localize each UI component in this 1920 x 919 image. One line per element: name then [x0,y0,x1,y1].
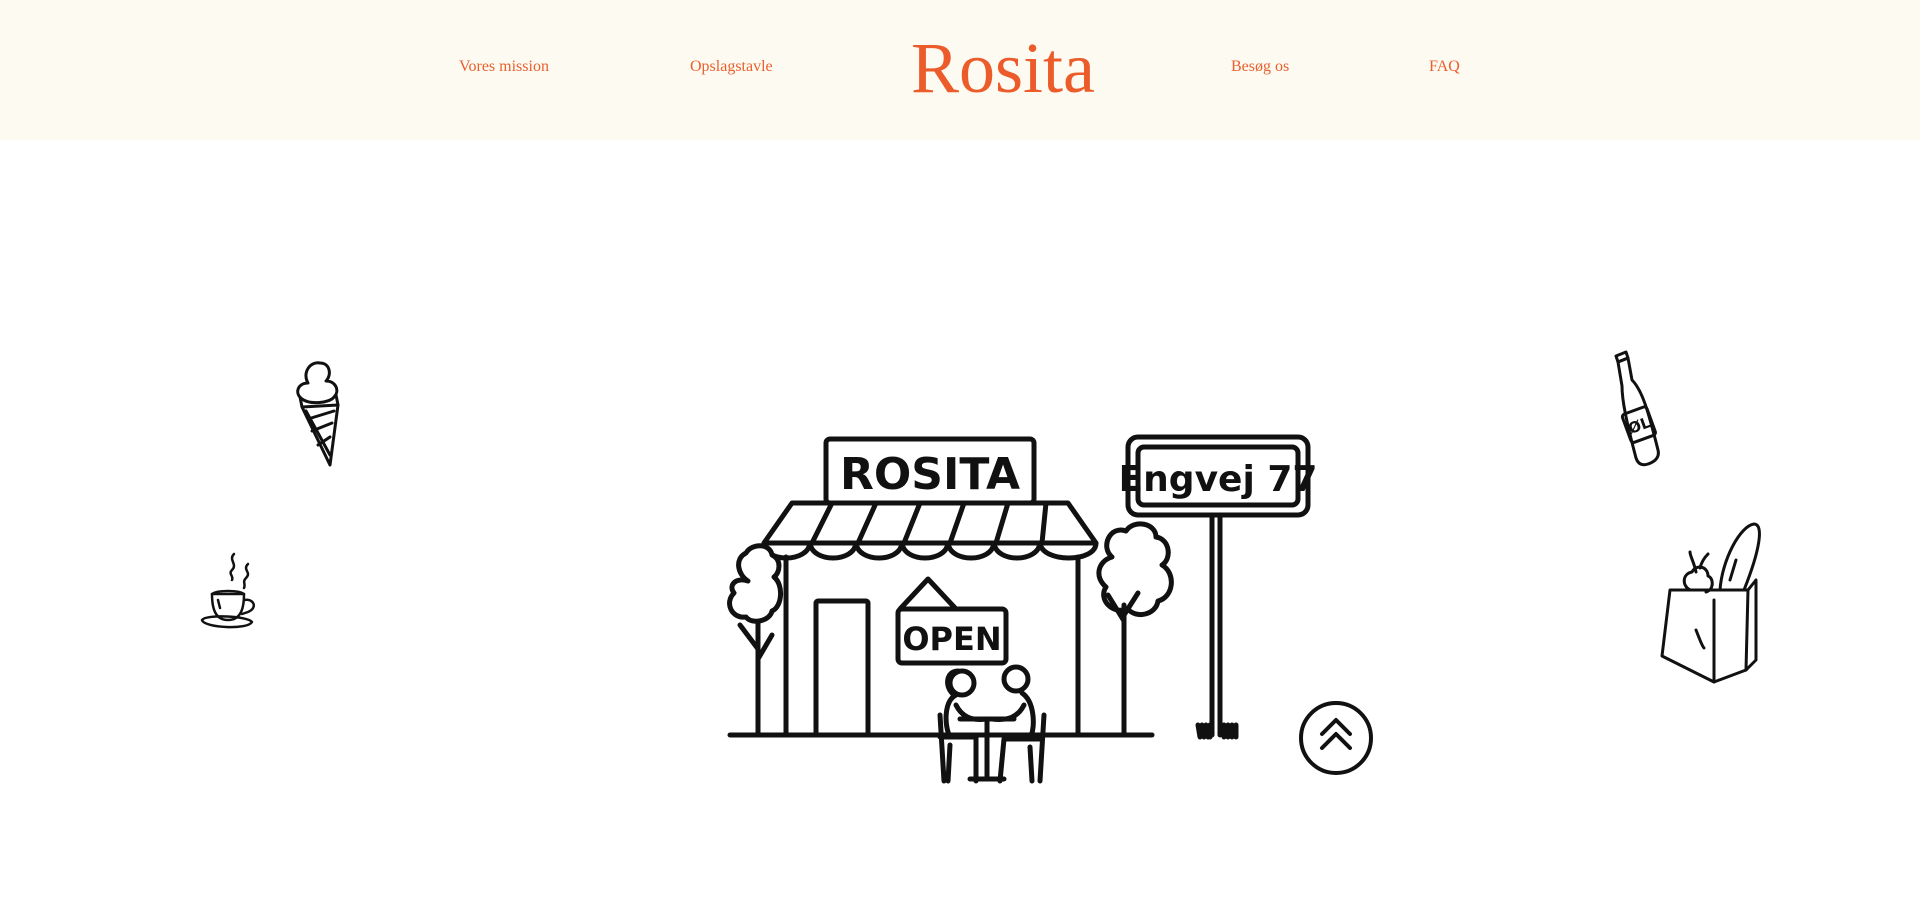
open-sign-text: OPEN [902,620,1001,658]
double-chevron-up-icon [1320,718,1352,750]
scroll-top-circle [1299,701,1373,775]
nav-link-opslagstavle[interactable]: Opslagstavle [690,58,773,76]
nav-link-vores-mission[interactable]: Vores mission [459,58,549,76]
site-header: Vores mission Opslagstavle Rosita Besøg … [0,0,1920,140]
shop-illustration: ROSITA OPEN Engvej 77 [700,425,1340,795]
shop-sign-text: ROSITA [840,449,1020,500]
nav-link-besog-os[interactable]: Besøg os [1231,58,1289,76]
grocery-bag-icon [1660,520,1770,690]
street-sign-text: Engvej 77 [1119,459,1318,500]
site-logo[interactable]: Rosita [911,26,1095,110]
coffee-cup-icon [198,550,268,640]
nav-link-faq[interactable]: FAQ [1429,58,1460,76]
scroll-to-top-button[interactable] [1298,700,1374,776]
ice-cream-icon [290,355,350,475]
shop-door [813,598,871,738]
beer-bottle-icon: ØL [1608,350,1678,475]
